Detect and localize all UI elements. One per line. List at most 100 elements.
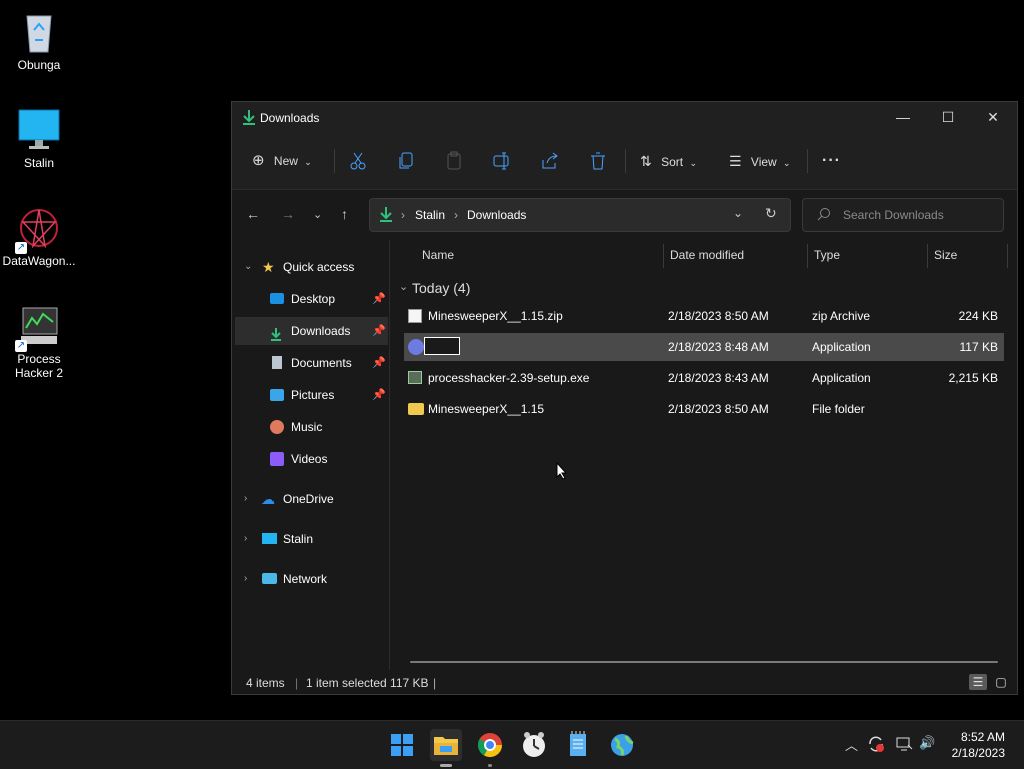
chevron-down-icon[interactable]: ⌄ bbox=[244, 253, 252, 281]
recent-chevron-icon[interactable]: ⌄ bbox=[313, 208, 322, 221]
sidebar-item-videos[interactable]: Videos bbox=[232, 445, 388, 473]
chrome-taskbar-icon[interactable] bbox=[474, 729, 506, 767]
chevron-down-icon: ⌄ bbox=[304, 157, 312, 167]
notepad-taskbar-icon[interactable] bbox=[562, 729, 594, 761]
desktop-icon-obunga[interactable]: Obunga bbox=[0, 10, 78, 72]
process-hacker-icon: ↗ bbox=[15, 304, 61, 352]
desktop-icon-label: Stalin bbox=[23, 156, 55, 170]
more-icon: ··· bbox=[822, 152, 841, 169]
forward-arrow-icon[interactable]: → bbox=[281, 206, 295, 222]
rename-input[interactable] bbox=[424, 337, 460, 355]
sidebar-label: Quick access bbox=[283, 260, 355, 274]
datawagon-icon: ↗ bbox=[15, 206, 61, 254]
horizontal-scrollbar[interactable] bbox=[410, 661, 998, 663]
desktop-icon-datawagon[interactable]: ↗ DataWagon... bbox=[0, 206, 78, 268]
column-separator[interactable] bbox=[1007, 244, 1008, 268]
start-button[interactable] bbox=[386, 729, 418, 761]
column-header-type[interactable]: Type bbox=[814, 240, 840, 270]
monitor-icon bbox=[262, 533, 277, 544]
file-date: 2/18/2023 8:43 AM bbox=[668, 371, 769, 385]
cut-icon[interactable] bbox=[348, 151, 368, 171]
copy-icon[interactable] bbox=[396, 151, 416, 171]
volume-icon[interactable]: 🔊 bbox=[919, 735, 935, 751]
column-separator[interactable] bbox=[663, 244, 664, 268]
column-header-date[interactable]: Date modified bbox=[670, 240, 744, 270]
sidebar-item-desktop[interactable]: Desktop 📌 bbox=[232, 285, 388, 313]
installer-icon bbox=[408, 371, 422, 384]
file-list: Name Date modified Type Size ⌄ Today (4)… bbox=[390, 240, 1017, 670]
breadcrumb-root[interactable]: Stalin bbox=[415, 208, 445, 222]
sidebar-item-this-pc[interactable]: › Stalin bbox=[232, 525, 388, 553]
sync-error-icon[interactable] bbox=[867, 735, 885, 756]
details-view-icon[interactable]: ☰ bbox=[969, 674, 987, 690]
file-row[interactable]: processhacker-2.39-setup.exe 2/18/2023 8… bbox=[404, 364, 1004, 392]
shortcut-arrow-icon: ↗ bbox=[15, 242, 27, 254]
sidebar-label: Downloads bbox=[291, 324, 351, 338]
globe-app-taskbar-icon[interactable] bbox=[606, 729, 638, 761]
chevron-right-icon[interactable]: › bbox=[244, 525, 247, 553]
group-chevron-icon[interactable]: ⌄ bbox=[399, 280, 408, 293]
command-bar: ⊕ New ⌄ ⇅ Sort ⌄ ☰ View ⌄ ··· bbox=[232, 133, 1017, 190]
sidebar-item-music[interactable]: Music bbox=[232, 413, 388, 441]
desktop-icon-process-hacker[interactable]: ↗ Process Hacker 2 bbox=[0, 304, 78, 380]
videos-icon bbox=[270, 452, 284, 466]
sort-icon: ⇅ bbox=[640, 153, 652, 169]
sort-button[interactable]: ⇅ Sort ⌄ bbox=[640, 147, 697, 175]
sidebar-label: Music bbox=[291, 420, 323, 434]
file-row[interactable]: MinesweeperX__1.15.zip 2/18/2023 8:50 AM… bbox=[404, 302, 1004, 330]
close-button[interactable]: ✕ bbox=[970, 102, 1016, 133]
clock-app-taskbar-icon[interactable] bbox=[518, 729, 550, 761]
address-dropdown-icon[interactable]: ⌄ bbox=[733, 206, 743, 220]
pin-icon[interactable]: 📌 bbox=[372, 285, 386, 313]
chevron-right-icon[interactable]: › bbox=[244, 485, 247, 513]
share-icon[interactable] bbox=[540, 151, 560, 171]
desktop-icon-stalin[interactable]: Stalin bbox=[0, 108, 78, 170]
tiles-view-icon[interactable]: ▢ bbox=[993, 674, 1009, 690]
view-button[interactable]: ☰ View ⌄ bbox=[729, 147, 791, 175]
view-label: View bbox=[750, 155, 777, 169]
sidebar-quick-access[interactable]: ⌄ ★ Quick access bbox=[232, 253, 388, 281]
network-tray-icon[interactable] bbox=[895, 735, 913, 756]
delete-icon[interactable] bbox=[588, 151, 608, 171]
clock-date: 2/18/2023 bbox=[951, 746, 1005, 760]
title-bar[interactable]: Downloads — ☐ ✕ bbox=[232, 102, 1017, 133]
pin-icon[interactable]: 📌 bbox=[372, 381, 386, 409]
rename-icon[interactable] bbox=[492, 151, 512, 171]
taskbar-clock[interactable]: 8:52 AM 2/18/2023 bbox=[952, 729, 1005, 761]
column-separator[interactable] bbox=[927, 244, 928, 268]
sidebar-item-onedrive[interactable]: › ☁ OneDrive bbox=[232, 485, 388, 513]
pin-icon[interactable]: 📌 bbox=[372, 317, 386, 345]
sidebar-label: Pictures bbox=[291, 388, 335, 402]
column-header-size[interactable]: Size bbox=[934, 240, 957, 270]
sidebar-item-network[interactable]: › Network bbox=[232, 565, 388, 593]
more-options-button[interactable]: ··· bbox=[822, 147, 841, 175]
sidebar-item-pictures[interactable]: Pictures 📌 bbox=[232, 381, 388, 409]
column-separator[interactable] bbox=[807, 244, 808, 268]
sidebar-label: Videos bbox=[291, 452, 328, 466]
file-type: File folder bbox=[812, 402, 865, 416]
column-header-name[interactable]: Name bbox=[422, 240, 454, 270]
up-arrow-icon[interactable]: ↑ bbox=[341, 206, 348, 222]
maximize-button[interactable]: ☐ bbox=[925, 102, 971, 133]
folder-icon bbox=[408, 403, 424, 415]
new-button[interactable]: ⊕ New ⌄ bbox=[252, 147, 312, 175]
paste-icon[interactable] bbox=[444, 151, 464, 171]
search-box[interactable]: Search Downloads bbox=[802, 198, 1004, 232]
chevron-right-icon[interactable]: › bbox=[244, 565, 247, 593]
file-row[interactable]: 2/18/2023 8:48 AM Application 117 KB bbox=[404, 333, 1004, 361]
music-icon bbox=[270, 420, 284, 434]
file-row[interactable]: MinesweeperX__1.15 2/18/2023 8:50 AM Fil… bbox=[404, 395, 1004, 423]
sidebar-item-downloads[interactable]: Downloads 📌 bbox=[235, 317, 388, 345]
refresh-icon[interactable]: ↻ bbox=[765, 205, 777, 222]
pin-icon[interactable]: 📌 bbox=[372, 349, 386, 377]
file-explorer-taskbar-icon[interactable] bbox=[430, 729, 462, 767]
show-hidden-icons-chevron[interactable]: ︿ bbox=[845, 735, 858, 754]
breadcrumb-current[interactable]: Downloads bbox=[467, 208, 526, 222]
address-bar[interactable]: › Stalin › Downloads ⌄ ↻ bbox=[369, 198, 791, 232]
group-header-today[interactable]: Today (4) bbox=[412, 280, 470, 296]
minimize-button[interactable]: — bbox=[880, 102, 926, 133]
search-placeholder: Search Downloads bbox=[843, 208, 944, 222]
sidebar-item-documents[interactable]: Documents 📌 bbox=[232, 349, 388, 377]
back-arrow-icon[interactable]: ← bbox=[246, 206, 260, 222]
chevron-down-icon: ⌄ bbox=[689, 158, 697, 168]
